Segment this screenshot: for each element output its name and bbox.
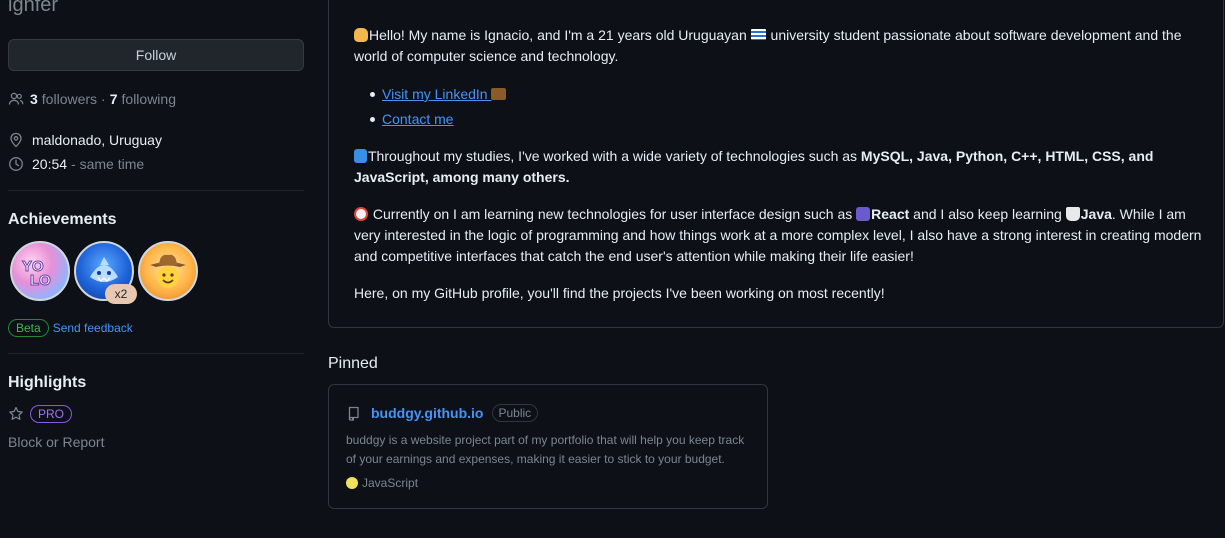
repo-name-link[interactable]: buddgy.github.io xyxy=(371,405,484,421)
profile-readme: Hello! My name is Ignacio, and I'm a 21 … xyxy=(328,0,1224,328)
time-note: - same time xyxy=(71,156,145,172)
local-time: 20:54 xyxy=(32,156,68,172)
readme-technologies: Throughout my studies, I've worked with … xyxy=(354,146,1204,188)
readme-learning: Currently on I am learning new technolog… xyxy=(354,204,1204,267)
star-icon xyxy=(9,406,23,420)
follow-button[interactable]: Follow xyxy=(8,39,304,71)
achievements-title: Achievements xyxy=(8,211,117,228)
list-item: Contact me xyxy=(369,107,507,132)
username: ignfer xyxy=(8,0,59,16)
repo-language: JavaScript xyxy=(346,476,418,490)
followers-count[interactable]: 3 xyxy=(30,91,38,107)
yolo-badge-icon: YO LO xyxy=(22,258,52,290)
cowboy-badge-icon xyxy=(150,254,186,288)
achievement-badge-starstruck[interactable] xyxy=(138,241,198,301)
highlights-title: Highlights xyxy=(8,374,87,391)
pro-badge: PRO xyxy=(30,405,73,423)
beta-label: Beta xyxy=(8,319,49,337)
block-or-report-link[interactable]: Block or Report xyxy=(8,434,104,450)
location-text: maldonado, Uruguay xyxy=(32,132,162,148)
followers-link[interactable]: followers xyxy=(42,91,97,107)
learn-text-1: Currently on I am learning new technolog… xyxy=(369,206,857,222)
learn-java: Java xyxy=(1080,206,1112,222)
pro-row: PRO xyxy=(8,404,73,424)
react-atom-icon xyxy=(856,207,871,221)
badge-multiplier: x2 xyxy=(105,284,137,304)
pinned-title: Pinned xyxy=(328,355,378,372)
clock-icon xyxy=(9,157,23,171)
send-feedback-link[interactable]: Send feedback xyxy=(53,321,133,335)
learn-react: React xyxy=(871,206,910,222)
local-time-row: 20:54 - same time xyxy=(8,155,144,173)
learn-text-2: and I also keep learning xyxy=(909,206,1066,222)
repo-visibility-badge: Public xyxy=(491,404,539,422)
location-pin-icon xyxy=(10,132,22,148)
contact-link[interactable]: Contact me xyxy=(382,109,454,130)
sidebar-divider xyxy=(8,190,304,191)
following-count[interactable]: 7 xyxy=(110,91,118,107)
pinned-repo-card: buddgy.github.io Public buddgy is a webs… xyxy=(328,384,768,509)
linkedin-link-label: Visit my LinkedIn xyxy=(382,86,492,102)
repo-description: buddgy is a website project part of my p… xyxy=(346,433,745,466)
repo-icon xyxy=(348,406,359,421)
readme-links: Visit my LinkedIn Contact me xyxy=(369,82,507,132)
intro-text-1: Hello! My name is Ignacio, and I'm a 21 … xyxy=(369,27,751,43)
briefcase-icon xyxy=(491,88,507,100)
list-item: Visit my LinkedIn xyxy=(369,82,507,107)
follow-separator: · xyxy=(101,91,106,107)
uruguay-flag-icon xyxy=(750,29,766,40)
beta-row: Beta Send feedback xyxy=(8,318,133,338)
following-link[interactable]: following xyxy=(122,91,176,107)
tech-text: Throughout my studies, I've worked with … xyxy=(368,148,861,164)
waving-hand-icon xyxy=(354,28,368,42)
linkedin-link[interactable]: Visit my LinkedIn xyxy=(382,84,507,105)
sidebar-divider xyxy=(8,353,304,354)
readme-intro: Hello! My name is Ignacio, and I'm a 21 … xyxy=(354,25,1204,67)
achievement-badge-yolo[interactable]: YO LO xyxy=(10,241,70,301)
blue-book-icon xyxy=(354,149,367,163)
svg-text:LO: LO xyxy=(30,272,51,289)
follow-stats: 3 followers · 7 following xyxy=(8,90,176,108)
alarm-clock-icon xyxy=(354,207,368,221)
people-icon xyxy=(8,92,24,105)
coffee-cup-icon xyxy=(1065,207,1080,221)
readme-outro: Here, on my GitHub profile, you'll find … xyxy=(354,285,885,301)
language-color-dot xyxy=(346,477,358,489)
language-name: JavaScript xyxy=(362,476,419,490)
pinned-repo-header: buddgy.github.io Public xyxy=(346,402,539,424)
location-row: maldonado, Uruguay xyxy=(8,131,162,149)
